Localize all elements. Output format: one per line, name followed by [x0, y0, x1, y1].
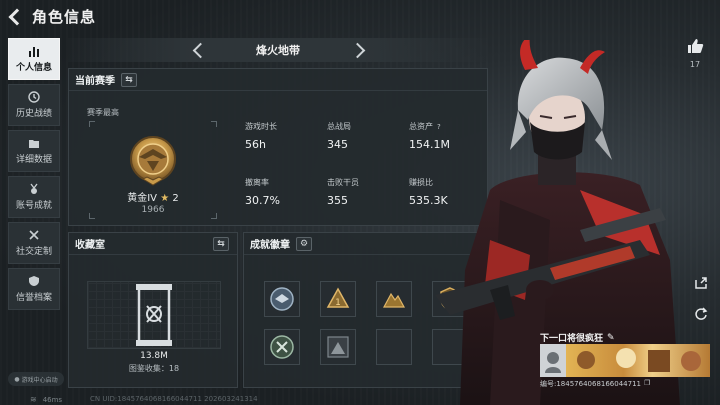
banner-id: 编号:1845764068166044711 [540, 380, 641, 388]
display-case-icon [136, 284, 172, 346]
rank-box: 黄金IV ★ 2 1966 [89, 121, 217, 219]
sidebar-item-social[interactable]: 社交定制 [8, 222, 60, 264]
sidebar: 个人信息 历史战绩 详细数据 账号成就 社交定制 信誉档案 [8, 38, 60, 314]
badge-slot[interactable]: 1 [320, 281, 356, 317]
stat-total-matches: 总战局 345 [327, 122, 351, 151]
svg-text:1: 1 [335, 298, 341, 308]
sidebar-item-label: 账号成就 [15, 201, 52, 211]
back-arrow-icon[interactable] [8, 7, 24, 27]
banner-art [566, 344, 710, 377]
stat-play-time: 游戏时长 56h [245, 122, 277, 151]
gold-rank-medal-icon [125, 133, 181, 193]
collection-frame[interactable] [87, 281, 221, 349]
badge-slot[interactable] [264, 281, 300, 317]
game-center-icon: ● [14, 375, 20, 383]
sidebar-item-history[interactable]: 历史战绩 [8, 84, 60, 126]
name-card-banner[interactable] [540, 344, 710, 377]
badge-slot[interactable] [320, 329, 356, 365]
sidebar-item-achievements[interactable]: 账号成就 [8, 176, 60, 218]
season-panel: 当前赛季 ⇆ 赛季最高 黄金IV ★ 2 1966 游戏时长 56h 总战局 3… [68, 68, 488, 226]
gear-icon[interactable]: ⚙ [296, 236, 312, 251]
banner-title-row: 下一口将很疯狂 ✎ [540, 331, 615, 345]
triangle-badge-icon: 1 [326, 287, 350, 308]
thumbs-up-icon [688, 39, 704, 53]
refresh-icon[interactable] [692, 304, 710, 322]
stat-operators-defeated: 击败干员 355 [327, 178, 359, 207]
share-icon[interactable] [692, 274, 710, 292]
banner-title: 下一口将很疯狂 [540, 334, 604, 344]
season-title: 当前赛季 [75, 76, 115, 87]
sidebar-item-label: 历史战绩 [15, 109, 52, 119]
page-title: 角色信息 [32, 8, 97, 26]
sidebar-item-label: 个人信息 [15, 63, 52, 73]
rank-stars: 2 [172, 193, 179, 204]
swap-icon[interactable]: ⇆ [213, 236, 229, 251]
badge-slot-empty[interactable] [376, 329, 412, 365]
sidebar-item-label: 详细数据 [15, 155, 52, 165]
eagle-badge-icon [270, 287, 294, 311]
season-subtitle: 赛季最高 [87, 108, 119, 117]
shield-icon [27, 275, 41, 287]
medal-icon [27, 183, 41, 195]
star-icon: ★ [160, 193, 170, 204]
copy-icon[interactable]: ❐ [644, 379, 650, 389]
sidebar-item-reputation[interactable]: 信誉档案 [8, 268, 60, 310]
map-selector: 烽火地带 [68, 38, 488, 62]
rank-name: 黄金IV [127, 193, 158, 204]
badges-title: 成就徽章 [250, 240, 290, 251]
status-bar: ≋ 46ms [30, 395, 62, 404]
collection-title: 收藏室 [75, 240, 105, 251]
next-map-arrow-icon[interactable] [352, 42, 364, 58]
stat-extraction-rate: 撤离率 30.7% [245, 178, 280, 207]
season-header: 当前赛季 ⇆ [69, 69, 487, 91]
sidebar-item-personal-info[interactable]: 个人信息 [8, 38, 60, 80]
like-widget[interactable]: 17 [684, 38, 706, 69]
top-bar: 角色信息 [8, 6, 96, 27]
rank-score: 1966 [141, 205, 165, 215]
sidebar-item-details[interactable]: 详细数据 [8, 130, 60, 172]
sidebar-item-label: 社交定制 [15, 247, 52, 257]
wreath-badge-icon [270, 335, 294, 359]
game-center-button[interactable]: ● 游戏中心启动 [8, 372, 64, 386]
wifi-icon: ≋ [30, 395, 37, 404]
history-icon [27, 91, 41, 103]
tools-icon [27, 229, 41, 241]
prev-map-arrow-icon[interactable] [192, 42, 204, 58]
collection-header: 收藏室 ⇆ [69, 233, 237, 255]
game-center-label: 游戏中心启动 [21, 376, 58, 384]
banner-id-row: 编号:1845764068166044711 ❐ [540, 379, 650, 389]
rank-name-row: 黄金IV ★ 2 [89, 189, 217, 204]
ping-value: 46ms [42, 395, 63, 404]
folder-icon [27, 137, 41, 149]
collection-count: 图鉴收集：18 [128, 364, 180, 373]
like-count: 17 [689, 60, 701, 69]
avatar [540, 344, 566, 377]
peak-badge-icon [327, 336, 349, 358]
swap-icon[interactable]: ⇆ [121, 72, 137, 87]
collection-panel: 收藏室 ⇆ 13.8M 图鉴收集：18 [68, 232, 238, 388]
sidebar-item-label: 信誉档案 [15, 293, 52, 303]
bar-chart-icon [27, 45, 41, 57]
mountain-badge-icon [382, 292, 406, 308]
edit-icon[interactable]: ✎ [607, 333, 615, 343]
badge-slot[interactable] [264, 329, 300, 365]
map-name: 烽火地带 [256, 44, 300, 57]
collection-value: 13.8M [140, 351, 168, 361]
uid-text: CN UID:1845764068166044711 202603241314 [90, 395, 258, 403]
badge-slot[interactable] [376, 281, 412, 317]
